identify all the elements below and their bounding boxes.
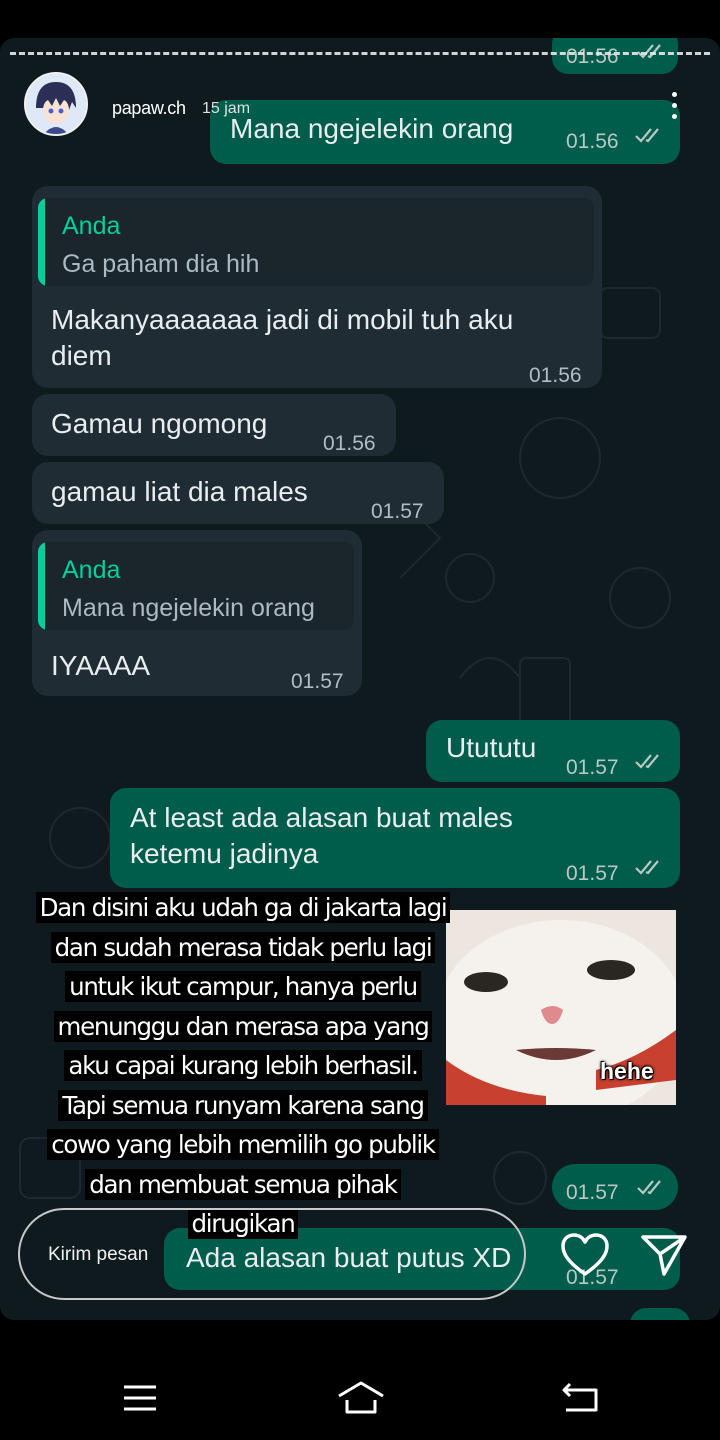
quote-sender: Anda: [62, 556, 121, 584]
quoted-message[interactable]: Anda Ga paham dia hih: [38, 198, 594, 286]
message-bubble-outgoing: Utututu 01.57: [426, 720, 680, 782]
message-text: gamau liat dia males: [51, 476, 308, 507]
message-time: 01.57: [371, 500, 424, 523]
back-icon[interactable]: [560, 1380, 600, 1414]
story-progress-bar: [10, 52, 710, 58]
overlay-line: dan sudah merasa tidak perlu lagi: [50, 931, 436, 963]
message-time: 01.57: [566, 756, 619, 779]
message-text: Gamau ngomong: [51, 408, 268, 439]
story-text-overlay: Dan disini aku udah ga di jakarta lagi d…: [28, 888, 458, 1244]
story-viewer: 01.56 Mana ngejelekin orang 01.56 Anda G…: [0, 38, 720, 1320]
overlay-line: cowo yang lebih memilih go publik: [47, 1129, 439, 1160]
reply-placeholder: Kirim pesan: [48, 1244, 149, 1265]
message-text: Makanyaaaaaaa jadi di mobil tuh aku: [51, 304, 514, 335]
message-bubble-incoming-reply: Anda Mana ngejelekin orang IYAAAA 01.57: [32, 530, 362, 696]
sticker-timestamp: 01.57: [552, 1164, 678, 1210]
sticker-caption: hehe: [600, 1058, 654, 1084]
send-icon[interactable]: [640, 1232, 688, 1278]
quote-text: Mana ngejelekin orang: [62, 594, 315, 622]
anime-avatar-icon: [26, 74, 86, 134]
double-check-icon: [635, 860, 659, 875]
message-text: ketemu jadinya: [130, 838, 319, 869]
quote-accent-bar: [38, 542, 45, 630]
message-bubble-outgoing: At least ada alasan buat males ketemu ja…: [110, 788, 680, 888]
home-icon[interactable]: [336, 1380, 386, 1416]
message-bubble-incoming-reply: Anda Ga paham dia hih Makanyaaaaaaa jadi…: [32, 186, 602, 388]
story-time-ago: 15 jam: [202, 100, 251, 117]
system-navigation-bar: [0, 1320, 720, 1440]
double-check-icon: [637, 1180, 661, 1195]
overlay-line: menunggu dan merasa apa yang: [53, 1010, 433, 1042]
story-username[interactable]: papaw.ch: [112, 98, 186, 119]
overlay-line: untuk ikut campur, hanya perlu: [65, 971, 421, 1002]
message-text: IYAAAA: [51, 650, 151, 681]
message-time: 01.56: [529, 364, 582, 387]
avatar[interactable]: [24, 72, 88, 136]
overlay-line: aku capai kurang lebih berhasil.: [64, 1050, 422, 1081]
message-time: 01.57: [566, 1181, 619, 1204]
double-check-icon: [635, 754, 659, 769]
message-bubble-incoming: Gamau ngomong 01.56: [32, 394, 396, 456]
message-text: Utututu: [446, 732, 537, 763]
quote-accent-bar: [38, 198, 45, 286]
message-bubble-partial: [630, 1308, 690, 1320]
message-time: 01.57: [566, 862, 619, 885]
overlay-line: dan membuat semua pihak: [85, 1168, 401, 1200]
message-text: diem: [51, 340, 112, 371]
recent-apps-icon[interactable]: [122, 1384, 158, 1412]
overlay-line: Dan disini aku udah ga di jakarta lagi: [35, 892, 451, 923]
quote-sender: Anda: [62, 212, 121, 240]
message-text: At least ada alasan buat males: [130, 802, 513, 833]
overlay-line: Tapi semua runyam karena sang: [58, 1089, 428, 1121]
message-bubble-incoming: gamau liat dia males 01.57: [32, 462, 444, 524]
heart-icon[interactable]: [560, 1232, 610, 1278]
more-options-icon[interactable]: [672, 92, 678, 125]
story-header: papaw.ch 15 jam: [24, 72, 704, 142]
quoted-message[interactable]: Anda Mana ngejelekin orang: [38, 542, 354, 630]
message-time: 01.56: [323, 432, 376, 455]
quote-text: Ga paham dia hih: [62, 250, 260, 278]
message-time: 01.57: [291, 670, 344, 693]
